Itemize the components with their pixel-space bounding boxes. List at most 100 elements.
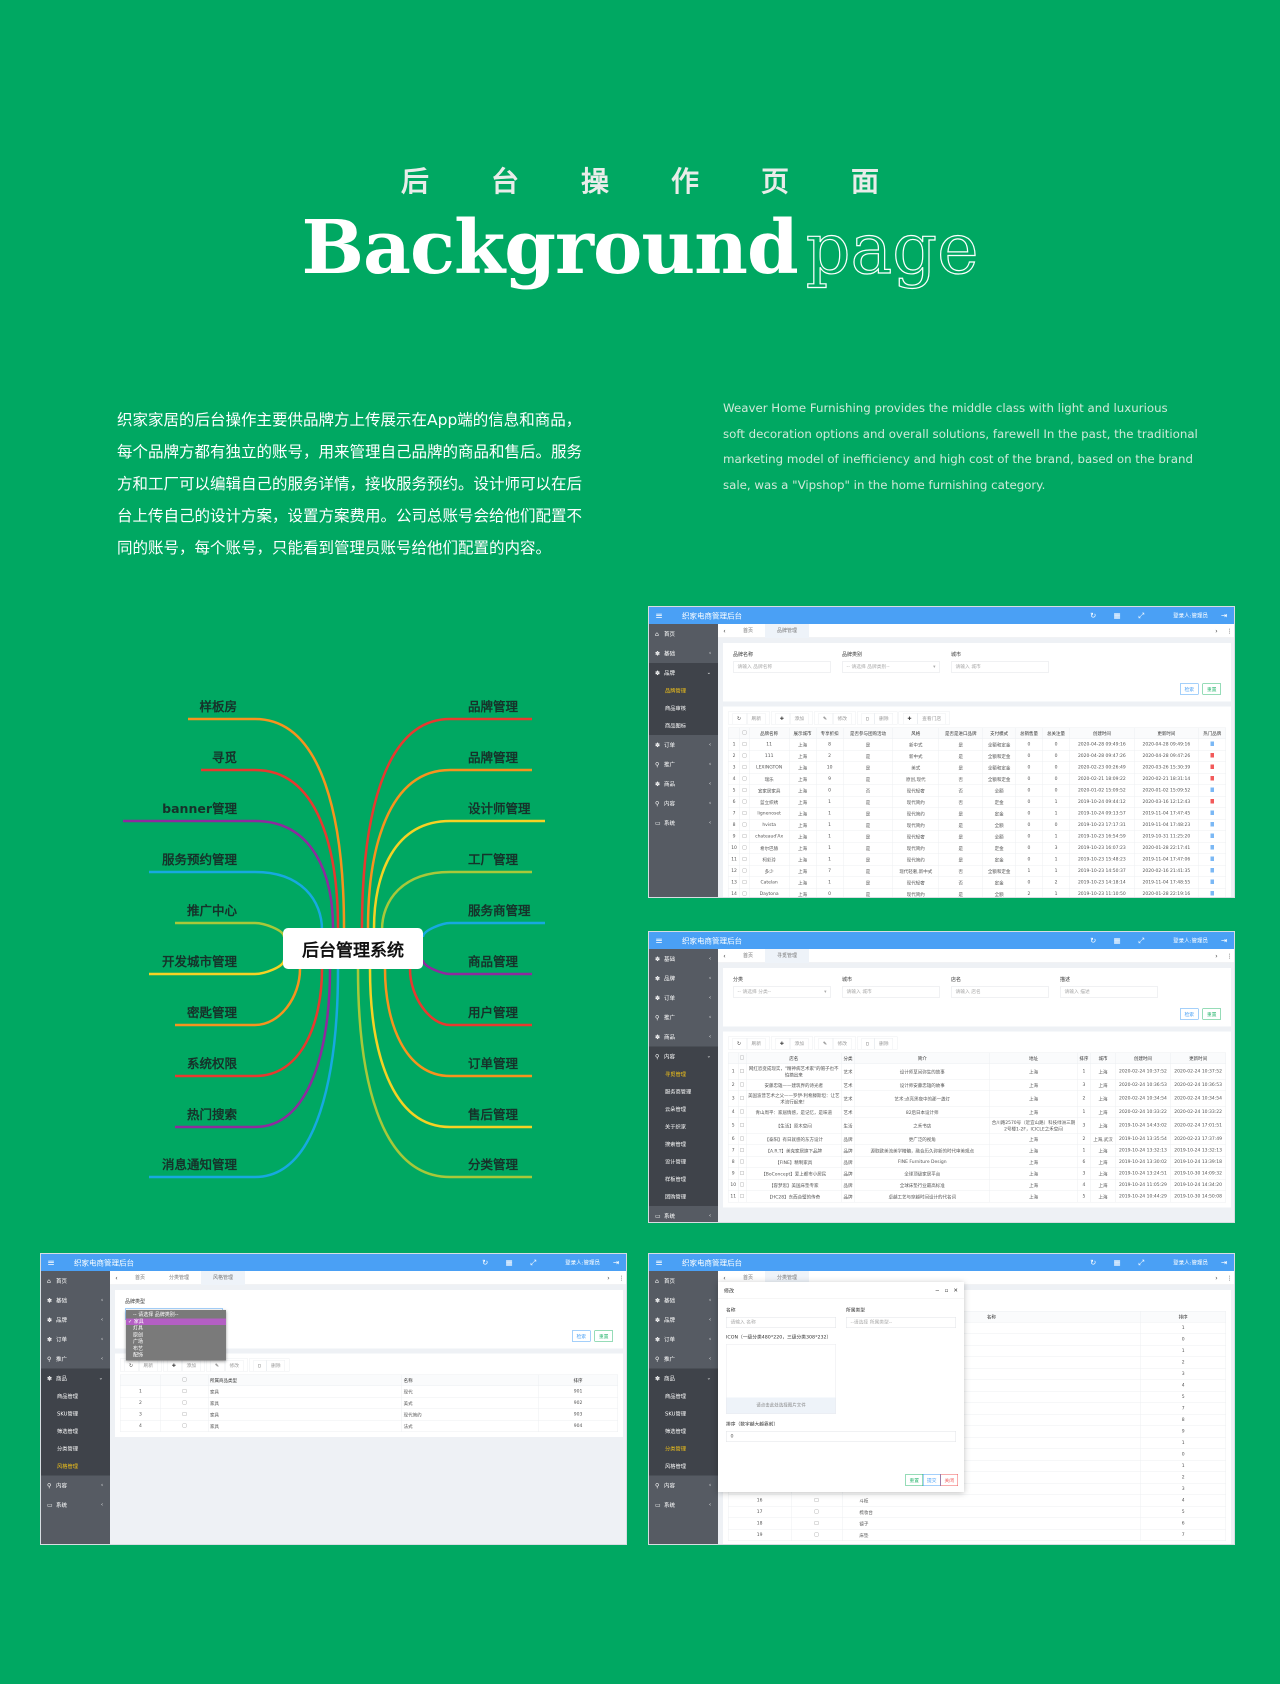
- table-row[interactable]: 8 【FINE】精制家具 品牌 FINE Furniture Design 上海 6 上海 2…: [728, 1156, 1227, 1168]
- submit-button[interactable]: 提交: [922, 1474, 941, 1486]
- table-row[interactable]: 18 镜子 6: [728, 1517, 1227, 1530]
- sidebar-subitem[interactable]: SKU管理: [41, 1406, 110, 1424]
- sidebar-item[interactable]: ✽ 商品 ⌄: [649, 1368, 718, 1388]
- table-row[interactable]: 1 网红恐变成现实，"精神病艺术家"的帽子也不怕摘出来 艺术 设计师草间弥生的故事 上海…: [728, 1063, 1227, 1080]
- grid-icon[interactable]: ▦: [497, 1258, 521, 1267]
- sidebar-item[interactable]: ✽ 商品 ‹: [649, 774, 718, 794]
- normal-flag-icon[interactable]: [1210, 879, 1214, 884]
- sidebar-item[interactable]: ⚲ 内容 ⌄: [649, 1046, 718, 1066]
- logout-icon[interactable]: ⇥: [604, 1258, 626, 1267]
- table-row[interactable]: 4 家具 法式 904: [120, 1420, 618, 1432]
- row-checkbox[interactable]: [814, 1520, 819, 1525]
- sidebar-item[interactable]: ✽ 订单 ‹: [649, 1330, 718, 1350]
- sidebar-subitem[interactable]: 样板管理: [649, 1171, 718, 1189]
- row-checkbox[interactable]: [182, 1423, 187, 1428]
- row-checkbox[interactable]: [182, 1411, 187, 1416]
- icon-upload-area[interactable]: 请点击此处选择图片文件: [726, 1344, 836, 1414]
- tab[interactable]: 首页: [731, 624, 765, 638]
- user-name[interactable]: 管理员: [1192, 938, 1209, 945]
- row-checkbox[interactable]: [742, 879, 747, 884]
- search-button[interactable]: 检索: [571, 1330, 591, 1342]
- menu-toggle-icon[interactable]: ≡: [41, 1257, 61, 1268]
- tab[interactable]: 首页: [731, 949, 765, 963]
- sidebar-subitem[interactable]: 服务商管理: [649, 1084, 718, 1102]
- sidebar-subitem[interactable]: 商品图标: [649, 718, 718, 736]
- search-button[interactable]: 检索: [1179, 1008, 1199, 1020]
- sidebar-item[interactable]: ✽ 订单 ‹: [649, 735, 718, 755]
- tab-next-icon[interactable]: ›: [602, 1274, 615, 1281]
- sidebar-subitem[interactable]: 商品审核: [649, 700, 718, 718]
- table-row[interactable]: 12 多少 上海 7 是现代轻奢,新中式否全额和定金 1 1 2019-10-23 14:50…: [727, 865, 1227, 877]
- sidebar-item[interactable]: ▭ 系统 ‹: [649, 813, 718, 833]
- filter-select[interactable]: -- 请选择 品牌类别-- ▾: [842, 661, 940, 673]
- filter-input[interactable]: 请输入 城市: [842, 986, 940, 998]
- toolbar-button[interactable]: ↻ 刷新: [728, 1036, 770, 1050]
- normal-flag-icon[interactable]: [1210, 868, 1214, 873]
- toolbar-button[interactable]: ✚ 添加: [771, 711, 813, 725]
- row-checkbox[interactable]: [740, 1095, 745, 1100]
- menu-toggle-icon[interactable]: ≡: [649, 935, 669, 946]
- sidebar-item[interactable]: ⌂ 首页: [649, 624, 718, 644]
- user-name[interactable]: 管理员: [1192, 613, 1209, 620]
- toolbar-button[interactable]: ✎ 修改: [206, 1358, 248, 1372]
- filter-select[interactable]: -- 请选择 分类-- ▾: [733, 986, 831, 998]
- hot-flag-icon[interactable]: [1210, 764, 1214, 769]
- close-icon[interactable]: ✕: [953, 1287, 958, 1294]
- table-row[interactable]: 4 青山周平：家居情感，是记忆，是味道 艺术 82后日本设计师 上海 1 上海 2020-02…: [728, 1106, 1227, 1118]
- normal-flag-icon[interactable]: [1210, 787, 1214, 792]
- sidebar-subitem[interactable]: 寻觅管理: [649, 1066, 718, 1084]
- row-checkbox[interactable]: [740, 1182, 745, 1187]
- row-checkbox[interactable]: [742, 776, 747, 781]
- name-input[interactable]: 请输入 名称: [726, 1317, 836, 1328]
- fullscreen-icon[interactable]: ⤢: [1129, 1258, 1153, 1267]
- grid-icon[interactable]: ▦: [1105, 1258, 1129, 1267]
- sidebar-subitem[interactable]: 筛选管理: [649, 1423, 718, 1441]
- dropdown-option[interactable]: 布艺: [126, 1345, 226, 1352]
- normal-flag-icon[interactable]: [1210, 856, 1214, 861]
- tab[interactable]: 寻觅管理: [765, 948, 809, 963]
- sidebar-subitem[interactable]: 分类管理: [649, 1441, 718, 1459]
- dropdown-option[interactable]: 配饰: [126, 1352, 226, 1359]
- row-checkbox[interactable]: [742, 856, 747, 861]
- normal-flag-icon[interactable]: [1210, 891, 1214, 896]
- grid-icon[interactable]: ▦: [1105, 611, 1129, 620]
- row-checkbox[interactable]: [740, 1122, 745, 1127]
- normal-flag-icon[interactable]: [1210, 810, 1214, 815]
- table-row[interactable]: 9 chateaud'Ax 上海 1 是现代轻奢是全额 0 1 2019-10-23 16:5…: [727, 830, 1227, 843]
- maximize-icon[interactable]: ▫: [945, 1287, 949, 1294]
- table-row[interactable]: 19 床垫 7: [728, 1529, 1227, 1541]
- table-row[interactable]: 1 家具 现代 901: [120, 1385, 618, 1398]
- tab-next-icon[interactable]: ›: [1210, 1274, 1223, 1281]
- toolbar-button[interactable]: ▯ 删除: [249, 1358, 290, 1372]
- table-row[interactable]: 5 【生活】原木空间 生活 之禾书店 合川路2570号（近宜山路）科技绿洲三期2号楼1-…: [728, 1117, 1227, 1134]
- tab-next-icon[interactable]: ›: [1210, 627, 1223, 634]
- row-checkbox[interactable]: [742, 822, 747, 827]
- row-checkbox[interactable]: [740, 1082, 745, 1087]
- table-row[interactable]: 3 LEXINGTON 上海 10 是美式是全额和定金 0 0 2020-02-23 00:2…: [727, 761, 1227, 774]
- user-name[interactable]: 管理员: [1192, 1260, 1209, 1267]
- row-checkbox[interactable]: [742, 764, 747, 769]
- sidebar-subitem[interactable]: 商品管理: [649, 1388, 718, 1406]
- tab-more-icon[interactable]: ⋮: [615, 1274, 626, 1281]
- row-checkbox[interactable]: [742, 868, 747, 873]
- filter-input[interactable]: 请输入 店名: [951, 986, 1049, 998]
- table-row[interactable]: 3 美国波普艺术之父——罗伊·利希滕斯坦：让艺术流行起来！ 艺术 艺术:点亮黑夜中的那…: [728, 1090, 1227, 1107]
- sidebar-item[interactable]: ✽ 商品 ‹: [649, 1027, 718, 1047]
- sidebar-subitem[interactable]: 风格管理: [41, 1458, 110, 1476]
- toolbar-button[interactable]: ▯ 删除: [857, 711, 898, 725]
- toolbar-button[interactable]: ✚ 添加: [163, 1358, 205, 1372]
- filter-input[interactable]: 请输入 品牌名称: [733, 661, 831, 673]
- sidebar-item[interactable]: ▭ 系统 ‹: [649, 1495, 718, 1515]
- table-row[interactable]: 7 【A.R.T】美克家居旗下品牌 品牌 源取欧美流美学精髓，融合历久弥新的时代审美观…: [728, 1144, 1227, 1157]
- row-checkbox[interactable]: [742, 799, 747, 804]
- hot-flag-icon[interactable]: [1210, 799, 1214, 804]
- sidebar-item[interactable]: ✽ 基础 ‹: [41, 1291, 110, 1311]
- sidebar-subitem[interactable]: 搜索管理: [649, 1136, 718, 1154]
- normal-flag-icon[interactable]: [1210, 833, 1214, 838]
- sidebar-subitem[interactable]: 设计管理: [649, 1154, 718, 1172]
- fullscreen-icon[interactable]: ⤢: [1129, 936, 1153, 945]
- tab-prev-icon[interactable]: ‹: [718, 1274, 731, 1281]
- filter-input[interactable]: 请输入 城市: [951, 661, 1049, 673]
- search-button[interactable]: 检索: [1179, 683, 1199, 695]
- table-row[interactable]: 14 Daytona 上海 0 是现代简约是全额 2 1 2019-10-23 11:10:5…: [727, 888, 1227, 897]
